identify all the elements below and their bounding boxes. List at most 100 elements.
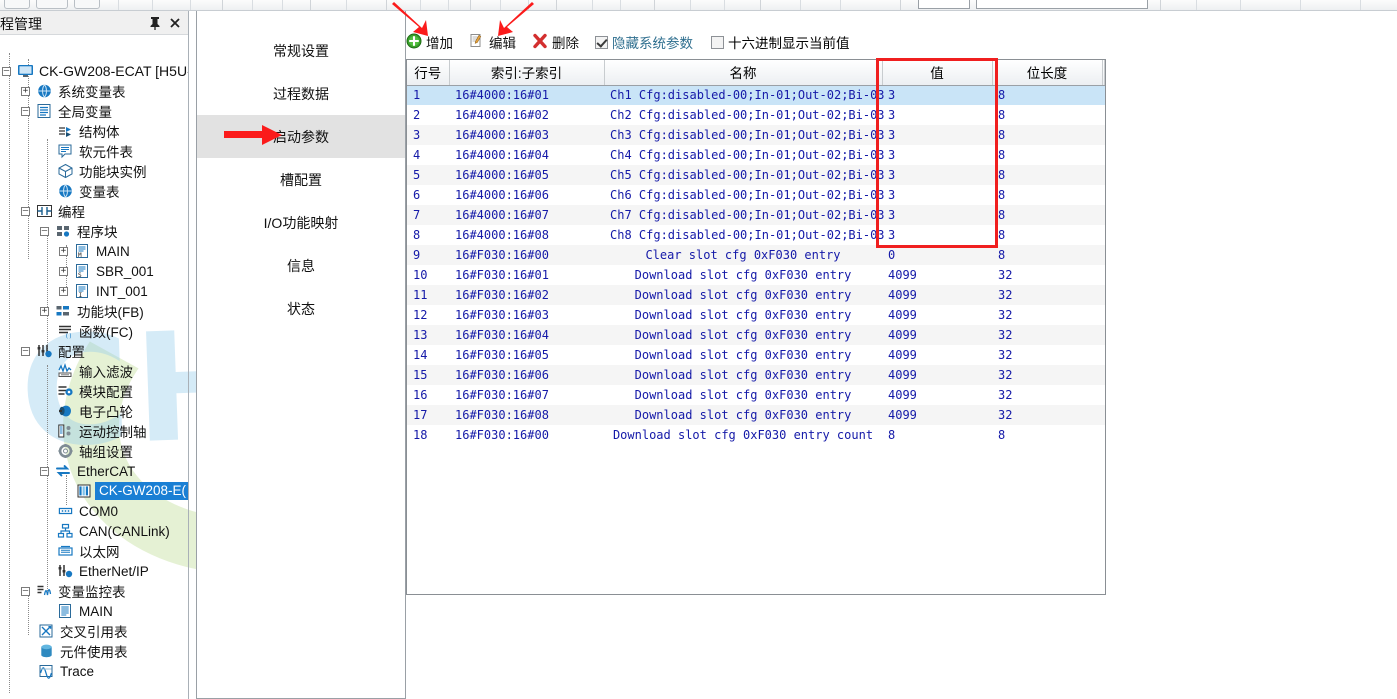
edit-button[interactable]: 编辑	[469, 32, 516, 52]
cell-value[interactable]: 3	[882, 125, 992, 145]
tree-node-29[interactable]: Trace	[21, 661, 94, 681]
cell-name[interactable]: Download slot cfg 0xF030 entry	[604, 285, 882, 305]
table-row[interactable]: 16 16#F030:16#07 Download slot cfg 0xF030 …	[407, 385, 1105, 405]
tab-6[interactable]: 状态	[197, 287, 405, 330]
table-body[interactable]: 1 16#4000:16#01 Ch1 Cfg:disabled-00;In-01;…	[407, 85, 1105, 445]
delete-button[interactable]: 删除	[532, 32, 579, 52]
cell-value[interactable]: 4099	[882, 345, 992, 365]
table-row[interactable]: 12 16#F030:16#03 Download slot cfg 0xF030 …	[407, 305, 1105, 325]
table-row[interactable]: 15 16#F030:16#06 Download slot cfg 0xF030 …	[407, 365, 1105, 385]
cell-index[interactable]: 16#4000:16#06	[449, 185, 604, 205]
cell-name[interactable]: Ch3 Cfg:disabled-00;In-01;Out-02;Bi-03	[604, 125, 885, 145]
column-header-name[interactable]: 名称	[604, 60, 883, 86]
table-row[interactable]: 17 16#F030:16#08 Download slot cfg 0xF030 …	[407, 405, 1105, 425]
cell-row-no[interactable]: 4	[407, 145, 449, 165]
tree-node-0[interactable]: + 系统变量表	[21, 81, 126, 101]
cell-value[interactable]: 3	[882, 225, 992, 245]
column-header-index[interactable]: 索引:子索引	[449, 60, 605, 86]
cell-index[interactable]: 16#F030:16#01	[449, 265, 604, 285]
cell-row-no[interactable]: 14	[407, 345, 449, 365]
add-button[interactable]: 增加	[406, 32, 453, 52]
table-row[interactable]: 9 16#F030:16#00 Clear slot cfg 0xF030 entr…	[407, 245, 1105, 265]
table-row[interactable]: 11 16#F030:16#02 Download slot cfg 0xF030 …	[407, 285, 1105, 305]
cell-name[interactable]: Ch1 Cfg:disabled-00;In-01;Out-02;Bi-03	[604, 85, 885, 105]
tree-expander[interactable]: –	[2, 66, 11, 76]
cell-value[interactable]: 3	[882, 185, 992, 205]
tab-items-container[interactable]: 常规设置 过程数据 启动参数 槽配置 I/O功能映射 信息 状态	[197, 29, 405, 330]
project-tree[interactable]: – CK-GW208-ECAT [H5U-A8 + 系统变量表 – 全局变量结构体软元…	[0, 35, 188, 698]
cell-bit-length[interactable]: 32	[992, 325, 1102, 345]
cell-bit-length[interactable]: 8	[992, 225, 1102, 245]
tree-node-5[interactable]: 变量表	[40, 181, 120, 201]
cell-bit-length[interactable]: 32	[992, 265, 1102, 285]
table-row[interactable]: 10 16#F030:16#01 Download slot cfg 0xF030 …	[407, 265, 1105, 285]
cell-index[interactable]: 16#F030:16#03	[449, 305, 604, 325]
tree-node-14[interactable]: 输入滤波	[40, 361, 133, 381]
cell-bit-length[interactable]: 8	[992, 145, 1102, 165]
toolbar-combo[interactable]	[976, 0, 1148, 9]
tree-node-1[interactable]: – 全局变量	[21, 101, 112, 121]
cell-index[interactable]: 16#F030:16#05	[449, 345, 604, 365]
cell-row-no[interactable]: 9	[407, 245, 449, 265]
cell-row-no[interactable]: 11	[407, 285, 449, 305]
cell-value[interactable]: 4099	[882, 365, 992, 385]
hex-display-checkbox[interactable]: 十六进制显示当前值	[711, 32, 850, 52]
tree-expander[interactable]: +	[59, 266, 68, 276]
cell-value[interactable]: 3	[882, 165, 992, 185]
tree-node-17[interactable]: 运动控制轴	[40, 421, 147, 441]
cell-bit-length[interactable]: 8	[992, 205, 1102, 225]
cell-value[interactable]: 0	[882, 245, 992, 265]
table-row[interactable]: 2 16#4000:16#02 Ch2 Cfg:disabled-00;In-01;…	[407, 105, 1105, 125]
cell-row-no[interactable]: 15	[407, 365, 449, 385]
cell-index[interactable]: 16#F030:16#07	[449, 385, 604, 405]
table-row[interactable]: 5 16#4000:16#05 Ch5 Cfg:disabled-00;In-01;…	[407, 165, 1105, 185]
cell-name[interactable]: Download slot cfg 0xF030 entry	[604, 385, 882, 405]
cell-row-no[interactable]: 18	[407, 425, 449, 445]
cell-bit-length[interactable]: 32	[992, 305, 1102, 325]
tree-node-3[interactable]: 软元件表	[40, 141, 133, 161]
table-row[interactable]: 4 16#4000:16#04 Ch4 Cfg:disabled-00;In-01;…	[407, 145, 1105, 165]
close-icon[interactable]	[168, 15, 182, 31]
tree-expander[interactable]: –	[21, 206, 30, 216]
tree-expander[interactable]: +	[21, 86, 30, 96]
cell-bit-length[interactable]: 32	[992, 365, 1102, 385]
cell-bit-length[interactable]: 8	[992, 165, 1102, 185]
cell-index[interactable]: 16#4000:16#02	[449, 105, 604, 125]
cell-row-no[interactable]: 16	[407, 385, 449, 405]
checkbox-box-checked[interactable]	[595, 35, 608, 49]
checkbox-box-unchecked[interactable]	[711, 35, 724, 49]
cell-name[interactable]: Download slot cfg 0xF030 entry count	[604, 425, 882, 445]
cell-value[interactable]: 8	[882, 425, 992, 445]
cell-bit-length[interactable]: 8	[992, 105, 1102, 125]
cell-bit-length[interactable]: 32	[992, 285, 1102, 305]
cell-value[interactable]: 4099	[882, 385, 992, 405]
tree-expander[interactable]: –	[40, 466, 49, 476]
tree-node-24[interactable]: EtherNet/IP	[40, 561, 149, 581]
cell-row-no[interactable]: 17	[407, 405, 449, 425]
cell-index[interactable]: 16#4000:16#07	[449, 205, 604, 225]
cell-row-no[interactable]: 8	[407, 225, 449, 245]
application-toolbar-strip[interactable]	[0, 0, 1397, 11]
tree-expander[interactable]: –	[21, 586, 30, 596]
cell-value[interactable]: 4099	[882, 325, 992, 345]
cell-index[interactable]: 16#4000:16#03	[449, 125, 604, 145]
cell-value[interactable]: 3	[882, 105, 992, 125]
tree-node-11[interactable]: + 功能块(FB)	[40, 301, 144, 321]
tree-node-27[interactable]: 交叉引用表	[21, 621, 128, 641]
cell-name[interactable]: Ch7 Cfg:disabled-00;In-01;Out-02;Bi-03	[604, 205, 885, 225]
cell-bit-length[interactable]: 8	[992, 245, 1102, 265]
tree-expander[interactable]: +	[59, 286, 68, 296]
cell-value[interactable]: 3	[882, 205, 992, 225]
cell-value[interactable]: 4099	[882, 405, 992, 425]
cell-row-no[interactable]: 5	[407, 165, 449, 185]
tab-5[interactable]: 信息	[197, 244, 405, 287]
cell-index[interactable]: 16#F030:16#08	[449, 405, 604, 425]
startup-parameters-grid[interactable]: 行号 索引:子索引 名称 值 位长度 1 16#4000:16#01 Ch1 Cfg…	[406, 59, 1106, 595]
tree-node-7[interactable]: – 程序块	[40, 221, 118, 241]
cell-name[interactable]: Download slot cfg 0xF030 entry	[604, 365, 882, 385]
tree-node-22[interactable]: CAN(CANLink)	[40, 521, 170, 541]
hide-system-params-checkbox[interactable]: 隐藏系统参数	[595, 32, 693, 52]
cell-bit-length[interactable]: 8	[992, 185, 1102, 205]
cell-index[interactable]: 16#4000:16#04	[449, 145, 604, 165]
tree-node-root[interactable]: – CK-GW208-ECAT [H5U-A8	[2, 61, 188, 81]
